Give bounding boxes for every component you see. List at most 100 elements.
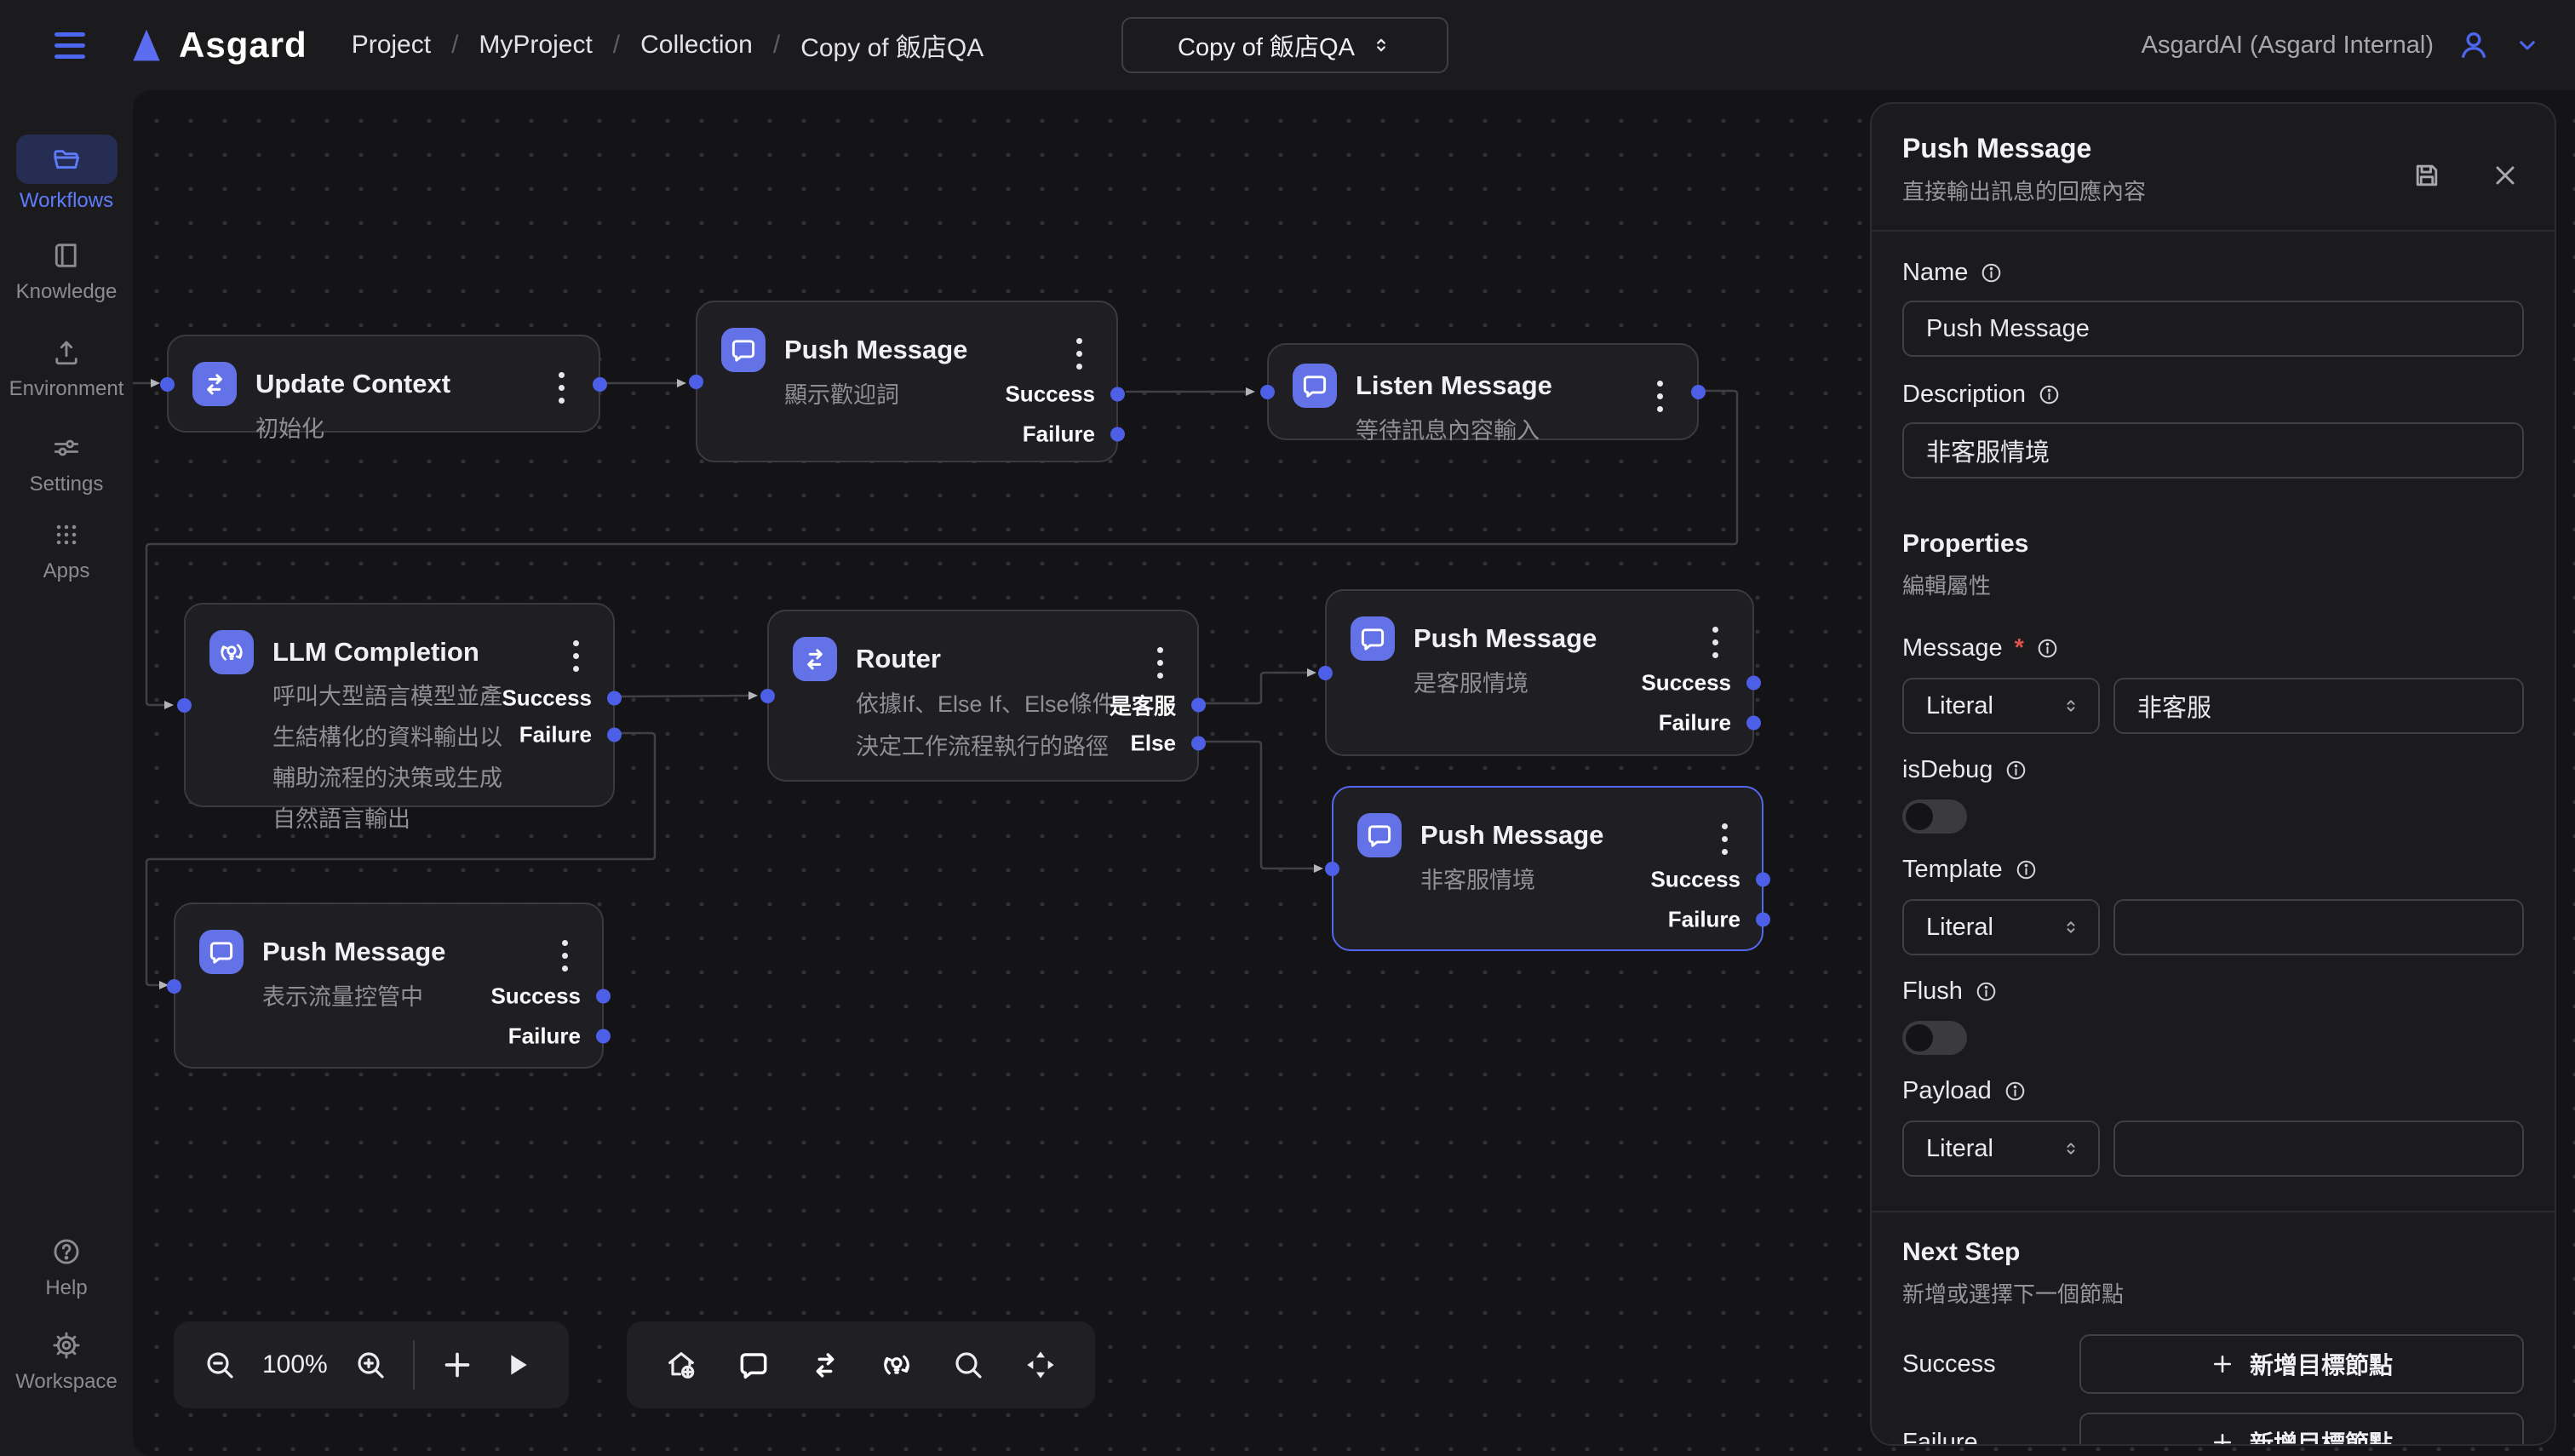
- flush-toggle[interactable]: [1902, 1021, 1967, 1055]
- node-push-message-non-cs[interactable]: Push Message 非客服情境 Success Failure: [1332, 786, 1764, 951]
- input-port[interactable]: [689, 375, 703, 389]
- breadcrumb-collection[interactable]: Collection: [640, 31, 753, 60]
- payload-value-field[interactable]: [2113, 1121, 2524, 1177]
- output-port-failure[interactable]: Failure: [1668, 907, 1770, 933]
- add-home-node-icon[interactable]: [664, 1348, 698, 1382]
- node-llm-completion[interactable]: LLM Completion 呼叫大型語言模型並產生結構化的資料輸出以輔助流程的…: [184, 603, 615, 807]
- node-push-message-cs[interactable]: Push Message 是客服情境 Success Failure: [1325, 589, 1754, 756]
- sidebar-item-environment[interactable]: Environment: [0, 337, 133, 401]
- person-icon[interactable]: [2456, 27, 2492, 63]
- sidebar-item-help[interactable]: Help: [0, 1236, 133, 1300]
- output-port-success[interactable]: Success: [1005, 381, 1125, 408]
- node-update-context[interactable]: Update Context 初始化: [167, 335, 600, 433]
- name-field[interactable]: [1902, 301, 2524, 357]
- template-type-select[interactable]: Literal: [1902, 899, 2100, 955]
- payload-type-select[interactable]: Literal: [1902, 1121, 2100, 1177]
- grid-icon: [51, 519, 82, 550]
- message-node-icon[interactable]: [737, 1348, 771, 1382]
- updown-chevrons-icon: [2061, 917, 2081, 937]
- output-port-success[interactable]: Success: [490, 983, 611, 1010]
- output-port-success[interactable]: Success: [502, 685, 622, 712]
- sidebar-item-workspace[interactable]: Workspace: [0, 1330, 133, 1394]
- description-field[interactable]: [1902, 422, 2524, 479]
- folder-icon: [51, 144, 82, 175]
- output-port[interactable]: [593, 377, 607, 392]
- fit-view-icon[interactable]: [1024, 1348, 1058, 1382]
- output-port-failure[interactable]: Failure: [519, 722, 622, 748]
- node-menu-button[interactable]: [1717, 818, 1733, 860]
- node-push-message-welcome[interactable]: Push Message 顯示歡迎詞 Success Failure: [696, 301, 1118, 462]
- output-port-else[interactable]: Else: [1131, 731, 1207, 757]
- updown-chevrons-icon: [1370, 34, 1392, 56]
- output-port-success[interactable]: Success: [1650, 867, 1770, 893]
- input-port[interactable]: [760, 689, 775, 703]
- node-router[interactable]: Router 依據If、Else If、Else條件決定工作流程執行的路徑 是客…: [767, 610, 1199, 782]
- node-menu-button[interactable]: [1152, 642, 1168, 684]
- swap-node-icon[interactable]: [808, 1348, 842, 1382]
- menu-icon[interactable]: [48, 26, 92, 66]
- info-icon[interactable]: [2036, 637, 2059, 660]
- input-port[interactable]: [160, 377, 175, 392]
- add-target-node-button[interactable]: 新增目標節點: [2079, 1334, 2524, 1394]
- output-port-failure[interactable]: Failure: [508, 1023, 611, 1050]
- message-type-select[interactable]: Literal: [1902, 678, 2100, 734]
- next-step-heading: Next Step: [1902, 1238, 2524, 1267]
- node-menu-button[interactable]: [557, 935, 573, 977]
- topbar: Asgard Project / MyProject / Collection …: [0, 0, 2575, 90]
- breadcrumb-project[interactable]: Project: [352, 31, 431, 60]
- output-port-failure[interactable]: Failure: [1023, 421, 1125, 448]
- save-icon[interactable]: [2412, 160, 2442, 191]
- node-listen-message[interactable]: Listen Message 等待訊息內容輸入: [1267, 343, 1699, 440]
- output-port-failure[interactable]: Failure: [1659, 710, 1761, 737]
- input-port[interactable]: [1318, 666, 1333, 680]
- node-title: Update Context: [255, 362, 450, 406]
- info-icon[interactable]: [2004, 759, 2027, 782]
- node-subtitle: 表示流量控管中: [262, 976, 445, 1018]
- input-port[interactable]: [1260, 385, 1275, 399]
- app-logo[interactable]: Asgard: [128, 25, 307, 66]
- info-icon[interactable]: [2004, 1080, 2027, 1103]
- node-subtitle: 顯示歡迎詞: [784, 374, 967, 416]
- info-icon[interactable]: [2015, 858, 2038, 881]
- llm-node-icon[interactable]: [880, 1348, 914, 1382]
- panel-header: Push Message 直接輸出訊息的回應內容: [1872, 104, 2555, 232]
- search-icon[interactable]: [951, 1348, 985, 1382]
- info-icon[interactable]: [2038, 383, 2061, 406]
- output-port-success[interactable]: Success: [1641, 670, 1761, 696]
- node-title: Push Message: [1420, 813, 1603, 857]
- close-icon[interactable]: [2490, 160, 2521, 191]
- template-value-field[interactable]: [2113, 899, 2524, 955]
- node-menu-button[interactable]: [568, 635, 584, 677]
- zoom-out-icon[interactable]: [203, 1348, 237, 1382]
- sidebar-item-knowledge[interactable]: Knowledge: [0, 240, 133, 304]
- payload-label: Payload: [1902, 1077, 2524, 1105]
- run-workflow-icon[interactable]: [500, 1348, 534, 1382]
- input-port[interactable]: [1325, 862, 1339, 876]
- node-menu-button[interactable]: [1071, 333, 1087, 375]
- sidebar-item-apps[interactable]: Apps: [0, 519, 133, 583]
- sidebar-item-settings[interactable]: Settings: [0, 433, 133, 496]
- output-port[interactable]: [1691, 385, 1706, 399]
- book-icon: [51, 240, 82, 271]
- input-port[interactable]: [177, 698, 192, 713]
- breadcrumb-current[interactable]: Copy of 飯店QA: [800, 26, 984, 64]
- input-port[interactable]: [167, 979, 181, 994]
- sidebar-item-workflows[interactable]: Workflows: [0, 135, 133, 213]
- node-menu-button[interactable]: [1652, 375, 1668, 417]
- breadcrumb-myproject[interactable]: MyProject: [479, 31, 592, 60]
- info-icon[interactable]: [1980, 261, 2003, 284]
- node-menu-button[interactable]: [1707, 622, 1723, 663]
- output-port-is-cs[interactable]: 是客服: [1110, 690, 1206, 721]
- node-push-message-throttle[interactable]: Push Message 表示流量控管中 Success Failure: [174, 903, 604, 1069]
- message-value-field[interactable]: [2113, 678, 2524, 734]
- isdebug-toggle[interactable]: [1902, 800, 1967, 834]
- zoom-in-icon[interactable]: [353, 1348, 387, 1382]
- info-icon[interactable]: [1975, 980, 1998, 1003]
- chevron-down-icon[interactable]: [2514, 32, 2541, 59]
- add-target-node-button[interactable]: 新增目標節點: [2079, 1413, 2524, 1446]
- add-icon[interactable]: [440, 1348, 474, 1382]
- breadcrumb: Project / MyProject / Collection / Copy …: [352, 26, 984, 64]
- node-subtitle: 非客服情境: [1420, 859, 1603, 902]
- workflow-selector[interactable]: Copy of 飯店QA: [1121, 17, 1448, 73]
- node-menu-button[interactable]: [553, 367, 570, 409]
